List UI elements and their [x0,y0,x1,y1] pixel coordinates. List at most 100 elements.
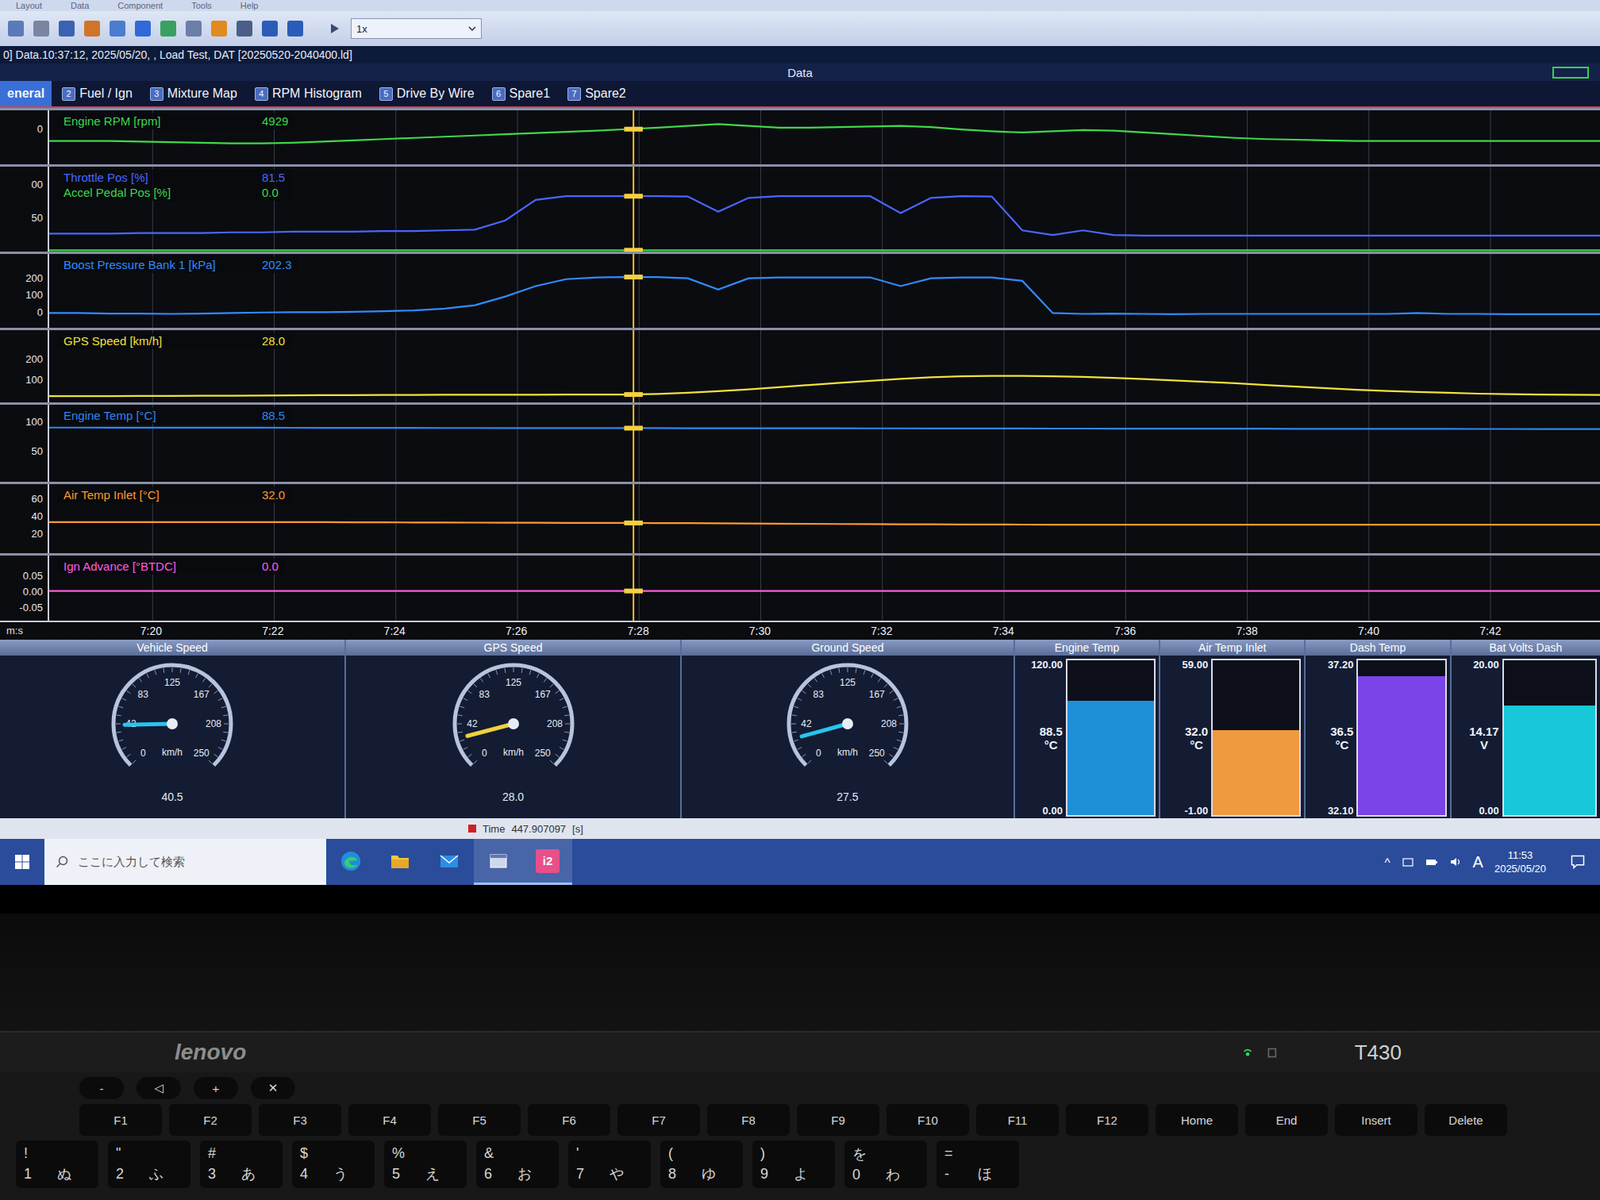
taskbar-app[interactable]: i2 [523,838,573,885]
plot-area[interactable]: Engine Temp [°C] 88.5 [49,404,1600,482]
plot-area[interactable]: Engine RPM [rpm] 4929 [49,110,1600,165]
function-key[interactable]: F8 [707,1103,790,1136]
cursor-line[interactable] [632,253,635,328]
function-key[interactable]: Home [1155,1103,1239,1136]
grid-line [638,110,640,165]
taskbar-app[interactable] [375,838,425,885]
function-key[interactable]: F11 [976,1103,1059,1136]
plot-area[interactable]: Air Temp Inlet [°C] 32.0 [49,484,1600,554]
clock[interactable]: 11:53 2025/05/20 [1494,848,1547,876]
tool-icon[interactable] [58,20,75,37]
dial-number: 0 [815,747,822,759]
function-key[interactable]: Delete [1424,1103,1508,1136]
play-icon[interactable] [330,23,340,35]
tab[interactable]: 2 Fuel / Ign [54,80,140,107]
series-value: 28.0 [261,333,285,349]
number-key[interactable]: を 0 わ [844,1140,927,1189]
tab[interactable]: 3 Mixture Map [142,80,245,107]
menu-item[interactable]: Tools [191,0,212,12]
cursor-line[interactable] [632,484,635,554]
function-key[interactable]: Insert [1334,1103,1418,1136]
tab[interactable]: 7 Spare2 [560,80,634,107]
bar-min: 32.10 [1327,804,1354,817]
number-key[interactable]: & 6 お [476,1140,559,1189]
tool-icon[interactable] [185,20,202,37]
tab[interactable]: eneral [0,80,52,107]
tab[interactable]: 4 RPM Histogram [247,80,370,107]
battery-icon[interactable] [1425,855,1439,869]
tool-icon[interactable] [261,20,278,37]
key-kana-label: あ [241,1164,275,1184]
ime-indicator[interactable]: A [1473,853,1484,872]
cursor-line[interactable] [632,404,635,482]
tab[interactable]: 5 Drive By Wire [372,80,482,107]
media-key[interactable]: ✕ [250,1076,296,1100]
function-key[interactable]: F4 [348,1103,431,1136]
function-key[interactable]: End [1245,1103,1328,1136]
key-kana-label: ぬ [57,1164,91,1184]
tab[interactable]: 6 Spare1 [484,80,558,107]
function-key[interactable]: F2 [169,1103,252,1136]
notification-icon[interactable] [1569,853,1586,870]
number-key[interactable]: # 3 あ [200,1140,283,1189]
speed-select[interactable]: 1x [350,18,482,39]
number-key[interactable]: % 5 え [384,1140,467,1189]
media-key[interactable]: + [193,1076,239,1100]
menu-item[interactable]: Data [70,0,89,12]
y-tick: 100 [25,373,43,386]
taskbar-app[interactable] [473,838,524,885]
menu-item[interactable]: Layout [15,0,43,12]
network-icon[interactable] [1401,855,1415,869]
dial-tick [115,723,121,725]
number-key[interactable]: ( 8 ゆ [660,1140,743,1189]
number-key[interactable]: $ 4 う [292,1140,375,1189]
function-key[interactable]: F9 [796,1103,880,1136]
plot-area[interactable]: Throttle Pos [%] 81.5Accel Pedal Pos [%]… [49,166,1600,252]
media-key[interactable]: - [79,1076,124,1100]
media-key[interactable]: ◁ [136,1076,181,1100]
speaker-icon[interactable] [1449,855,1462,869]
cursor-line[interactable] [632,555,635,621]
taskbar-app[interactable] [424,838,474,885]
start-button[interactable] [0,838,45,885]
dial-tick [520,668,523,674]
cursor-line[interactable] [632,166,635,252]
taskbar-app[interactable] [326,838,376,885]
search-box[interactable]: ここに入力して検索 [44,838,327,885]
number-key[interactable]: " 2 ふ [107,1140,191,1189]
function-key[interactable]: F7 [617,1103,700,1136]
tool-icon[interactable] [211,20,227,37]
menu-item[interactable]: Component [117,0,163,12]
plot-area[interactable]: Ign Advance [°BTDC] 0.0 [49,555,1600,621]
function-key[interactable]: F5 [438,1103,521,1136]
plot-area[interactable]: GPS Speed [km/h] 28.0 [49,330,1600,403]
tray-chevron[interactable]: ^ [1384,855,1391,870]
tool-icon[interactable] [33,20,50,37]
number-key[interactable]: ) 9 よ [752,1140,835,1189]
function-key[interactable]: F6 [527,1103,611,1136]
function-key[interactable]: F3 [258,1103,342,1136]
plot-area[interactable]: Boost Pressure Bank 1 [kPa] 202.3 [49,253,1600,328]
tool-icon[interactable] [134,20,151,37]
menu-item[interactable]: Help [240,0,259,12]
tool-icon[interactable] [7,20,24,37]
number-key[interactable]: = - ほ [936,1140,1020,1189]
cursor-line[interactable] [632,110,635,165]
maximize-icon[interactable] [1552,66,1589,79]
function-key[interactable]: F1 [79,1103,162,1136]
tool-icon[interactable] [287,20,304,37]
number-key[interactable]: ! 1 ぬ [15,1140,99,1189]
tool-icon[interactable] [109,20,126,37]
series-label: Ign Advance [°BTDC] [63,558,254,574]
tool-icon[interactable] [84,20,100,37]
tool-icon[interactable] [160,20,177,37]
grid-line [1490,253,1492,328]
bar-max: 20.00 [1473,658,1500,671]
series-label: Engine RPM [rpm] [63,113,254,129]
series-value: 88.5 [261,407,285,424]
tool-icon[interactable] [236,20,253,37]
function-key[interactable]: F10 [886,1103,970,1136]
cursor-line[interactable] [632,330,635,403]
number-key[interactable]: ' 7 や [568,1140,651,1189]
function-key[interactable]: F12 [1065,1103,1149,1136]
